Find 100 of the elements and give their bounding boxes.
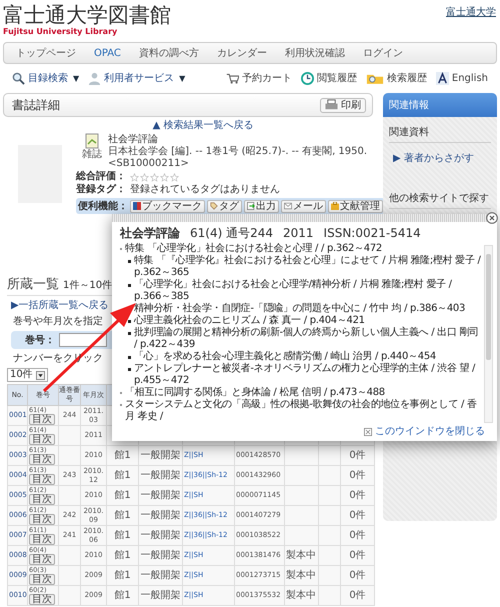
article-entry: 批判理論の展開と精神分析の刷新-個人の終焉から新しい個人主義へ / 出口 剛司 / p.422～439	[134, 327, 480, 350]
contents-button[interactable]: 目次	[29, 574, 55, 584]
contents-button[interactable]: 目次	[29, 494, 55, 504]
caret-icon: ▼	[179, 74, 186, 82]
close-box-icon	[364, 428, 372, 436]
nav-tab[interactable]: トップページ	[16, 46, 76, 60]
tags-value: 登録されているタグはありません	[130, 184, 280, 196]
tool-button[interactable]: メール	[281, 200, 326, 212]
bullet-icon	[128, 320, 131, 323]
bullet-icon	[128, 332, 131, 335]
reservation-count: 0件	[349, 510, 366, 520]
sidebar-title: 関連情報	[383, 93, 497, 117]
contents-button[interactable]: 目次	[29, 514, 55, 524]
close-window-link[interactable]: このウインドウを閉じる	[364, 426, 485, 438]
star-icon	[150, 172, 159, 182]
star-icon	[140, 172, 149, 182]
cart-icon	[226, 72, 239, 84]
location-cell: 一般開架	[140, 510, 180, 520]
volume-input[interactable]	[59, 333, 107, 347]
contents-button[interactable]: 目次	[29, 474, 55, 484]
library-cell: 館1	[114, 510, 131, 520]
article-entry: 「心理学化」社会における社会と心理学/精神分析 / 片桐 雅隆;樫村 愛子 / p.366～385	[134, 279, 453, 302]
toolbar-link[interactable]: 予約カート	[242, 71, 292, 85]
bullet-icon	[128, 260, 131, 263]
back-link[interactable]: ▶一括所蔵一覧へ戻る	[11, 300, 109, 312]
per-page-select[interactable]: 10件	[7, 368, 48, 382]
tool-button[interactable]: タグ	[207, 200, 242, 212]
holdings-title: 所蔵一覧	[7, 277, 59, 293]
dropdown-icon	[36, 370, 45, 380]
bookmark-icon	[133, 202, 141, 210]
type-label: 雑誌	[82, 149, 102, 160]
toolbar-link[interactable]: English	[452, 72, 488, 84]
contents-button[interactable]: 目次	[29, 414, 55, 424]
menu-link[interactable]: 目録検索	[28, 71, 68, 85]
nav-tab[interactable]: OPAC	[94, 48, 121, 58]
contents-button[interactable]: 目次	[29, 594, 55, 604]
library-cell: 館1	[114, 530, 131, 540]
tool-button[interactable]: 出力	[244, 200, 279, 212]
article-entry: 特集 「心理学化」社会における社会と心理 / / p.362～472	[125, 243, 382, 254]
status-cell: 製本中	[286, 590, 316, 600]
field-label: 便利機能：	[78, 200, 128, 213]
article-entry: 「心」を求める社会-心理主義化と感情労働 / 崎山 治男 / p.440～454	[134, 351, 436, 362]
user-icon	[88, 72, 102, 84]
library-cell: 館1	[114, 590, 131, 600]
sidebar-section-title: 他の検索サイトで探す	[389, 191, 491, 209]
article-entry: 心理主義化社会のニヒリズム / 森 真一 / p.404～421	[134, 315, 365, 326]
location-cell: 一般開架	[140, 450, 180, 460]
back-link[interactable]: ▲ 検索結果一覧へ戻る	[152, 120, 254, 131]
toolbar-link[interactable]: 検索履歴	[386, 71, 427, 85]
article-entry: 「相互に同調する関係」と身体論 / 松尾 信明 / p.473～488	[125, 387, 385, 398]
search-icon	[12, 72, 25, 84]
sidebar-section-title: 関連資料	[389, 125, 491, 143]
tool-button[interactable]: ブックマーク	[130, 200, 205, 212]
hint-text: 巻号や年月次を指定	[13, 316, 103, 328]
caret-icon: ▼	[73, 74, 80, 82]
print-button[interactable]: 印刷	[320, 98, 366, 112]
reservation-count: 0件	[349, 450, 366, 460]
contents-button[interactable]: 目次	[29, 454, 55, 464]
nav-tab[interactable]: 利用状況確認	[284, 46, 345, 60]
reservation-count: 0件	[349, 490, 366, 500]
contents-button[interactable]: 目次	[29, 554, 55, 564]
location-cell: 一般開架	[140, 530, 180, 540]
location-cell: 一般開架	[140, 590, 180, 600]
reservation-count: 0件	[349, 590, 366, 600]
location-cell: 一般開架	[140, 550, 180, 560]
field-label: 総合評価：	[76, 171, 126, 183]
nav-tab[interactable]: カレンダー	[216, 46, 267, 60]
article-entry: アントレプレナーと被災者-ネオリベラリズムの権力と心理学的主体 / 渋谷 望 / p.455～472	[134, 363, 476, 386]
status-cell: 製本中	[286, 570, 316, 580]
toolbar-link[interactable]: 閲覧履歴	[316, 71, 357, 85]
nav-tab[interactable]: 資料の調べ方	[138, 46, 199, 60]
library-cell: 館1	[114, 470, 131, 480]
reservation-count: 0件	[349, 570, 366, 580]
close-icon[interactable]	[486, 212, 498, 224]
contents-button[interactable]: 目次	[29, 534, 55, 544]
contents-button[interactable]: 目次	[29, 434, 55, 444]
status-cell: 製本中	[286, 550, 316, 560]
nav-tab[interactable]: ログイン	[362, 46, 403, 60]
field-label: 巻号：	[25, 334, 55, 347]
tool-button[interactable]: 文献管理	[328, 200, 383, 212]
bullet-icon	[128, 284, 131, 287]
section-title: 書誌詳細	[12, 96, 60, 114]
article-entry: 特集 「『心理学化』社会における社会と心理」によせて / 片桐 雅隆;樫村 愛子 / p.362～365	[134, 255, 481, 278]
tag-icon	[210, 202, 218, 210]
scrollbar[interactable]	[484, 245, 493, 423]
library-cell: 館1	[114, 570, 131, 580]
menu-link[interactable]: 利用者サービス	[104, 71, 174, 85]
library-subtitle: Fujitsu University Library	[3, 27, 118, 36]
issue-info: ISSN:0021-5414	[324, 226, 421, 240]
bullet-icon	[128, 356, 131, 359]
reservation-count: 0件	[349, 530, 366, 540]
bibliographic-description: 日本社会学会 [編]. -- 1巻1号 (昭25.7)-. -- 有斐閣, 1950. <SB10000211>	[108, 146, 368, 170]
author-search-link[interactable]: ▶ 著者からさがす	[393, 151, 497, 165]
star-icon	[130, 172, 139, 182]
library-cell: 館1	[114, 450, 131, 460]
book-title: 社会学評論	[108, 133, 159, 146]
issue-info: 61(4) 通号244	[190, 226, 273, 240]
reservation-count: 0件	[349, 470, 366, 480]
clock-icon	[300, 72, 314, 84]
university-link[interactable]: 富士通大学	[446, 5, 496, 38]
